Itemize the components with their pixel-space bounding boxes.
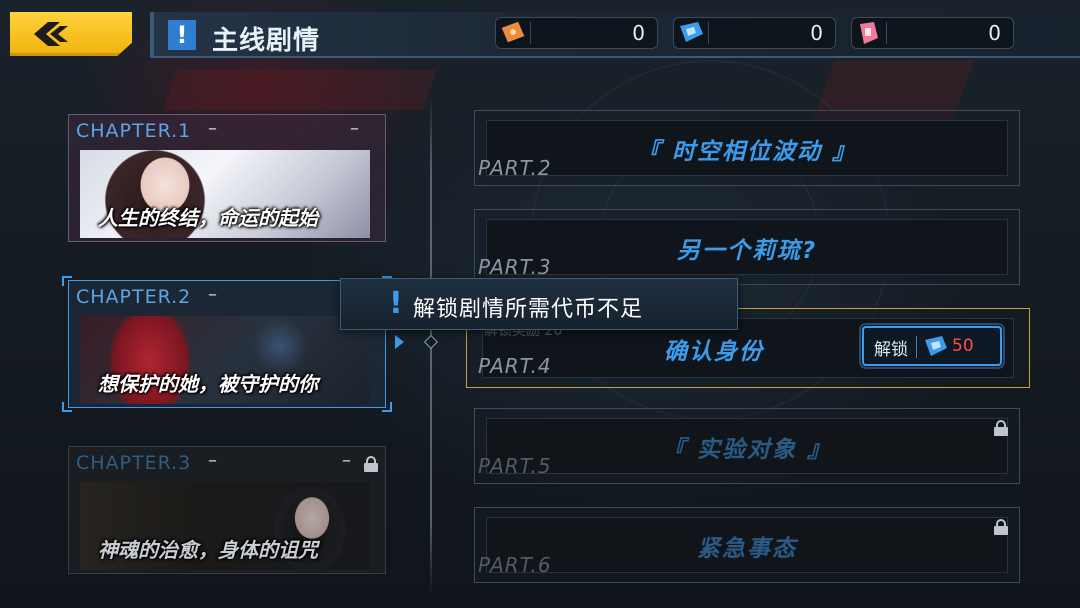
toast-message: 解锁剧情所需代币不足	[413, 297, 644, 322]
part-row-5[interactable]: 『 实验对象 』 PART.5	[474, 408, 1020, 484]
part-row-2[interactable]: 『 时空相位波动 』 PART.2	[474, 110, 1020, 186]
selected-arrow-icon	[395, 335, 404, 349]
unlock-separator	[916, 336, 917, 358]
currency-pink-ticket[interactable]: 0	[851, 17, 1014, 49]
part-row-3[interactable]: 另一个莉琉? PART.3	[474, 209, 1020, 285]
chapter-subtitle: 人生的终结，命运的起始	[98, 206, 318, 230]
chapter-card-1[interactable]: CHAPTER.1 – – 人生的终结，命运的起始	[62, 114, 388, 252]
currency-blue-crystal[interactable]: 0	[673, 17, 836, 49]
orange-ticket-icon	[501, 21, 525, 43]
blue-crystal-icon	[680, 22, 703, 42]
exclamation-icon: !	[168, 20, 196, 50]
currency-value: 0	[810, 21, 823, 45]
back-button[interactable]	[10, 12, 132, 56]
part-label: PART.6	[478, 553, 552, 577]
chapter-label: CHAPTER.3	[76, 452, 192, 474]
part-label: PART.3	[478, 255, 552, 279]
chapter-card-3[interactable]: CHAPTER.3 – – 神魂的治愈，身体的诅咒	[62, 446, 388, 584]
chapter-subtitle: 想保护的她，被守护的你	[98, 372, 318, 396]
currency-value: 0	[632, 21, 645, 45]
currency-value: 0	[988, 21, 1001, 45]
currency-separator	[708, 22, 709, 44]
part-label: PART.2	[478, 156, 552, 180]
unlock-cost: 50	[952, 336, 974, 356]
chapter-dash: –	[342, 450, 351, 471]
pink-ticket-icon	[860, 22, 878, 44]
chapter-label: CHAPTER.1	[76, 120, 192, 142]
part-title: 『 时空相位波动 』	[636, 139, 857, 165]
part-title: 紧急事态	[697, 536, 797, 562]
title-accent	[150, 12, 154, 58]
chapter-dash: –	[208, 450, 217, 471]
currency-separator	[530, 22, 531, 44]
exclamation-icon: !	[389, 286, 403, 321]
part-label: PART.4	[478, 354, 552, 378]
chapter-dash: –	[350, 118, 359, 139]
page-title: 主线剧情	[212, 26, 321, 56]
blue-crystal-icon	[925, 336, 947, 356]
part-title: 『 实验对象 』	[661, 437, 832, 463]
insufficient-tokens-toast: ! 解锁剧情所需代币不足	[340, 278, 738, 330]
selection-corner	[62, 402, 72, 412]
part-label: PART.5	[478, 454, 552, 478]
lock-icon	[364, 456, 378, 472]
unlock-label: 解锁	[874, 340, 908, 360]
part-title: 另一个莉琉?	[676, 238, 818, 264]
unlock-button[interactable]: 解锁 50	[862, 326, 1002, 366]
chevron-left-icon	[34, 22, 68, 46]
chapter-dash: –	[208, 284, 217, 305]
selection-corner	[382, 402, 392, 412]
background-stripe	[162, 70, 438, 110]
chapter-label: CHAPTER.2	[76, 286, 192, 308]
selection-corner	[62, 276, 72, 286]
part-row-6[interactable]: 紧急事态 PART.6	[474, 507, 1020, 583]
currency-separator	[886, 22, 887, 44]
chapter-subtitle: 神魂的治愈，身体的诅咒	[98, 538, 318, 562]
currency-orange-ticket[interactable]: 0	[495, 17, 658, 49]
chapter-dash: –	[208, 118, 217, 139]
